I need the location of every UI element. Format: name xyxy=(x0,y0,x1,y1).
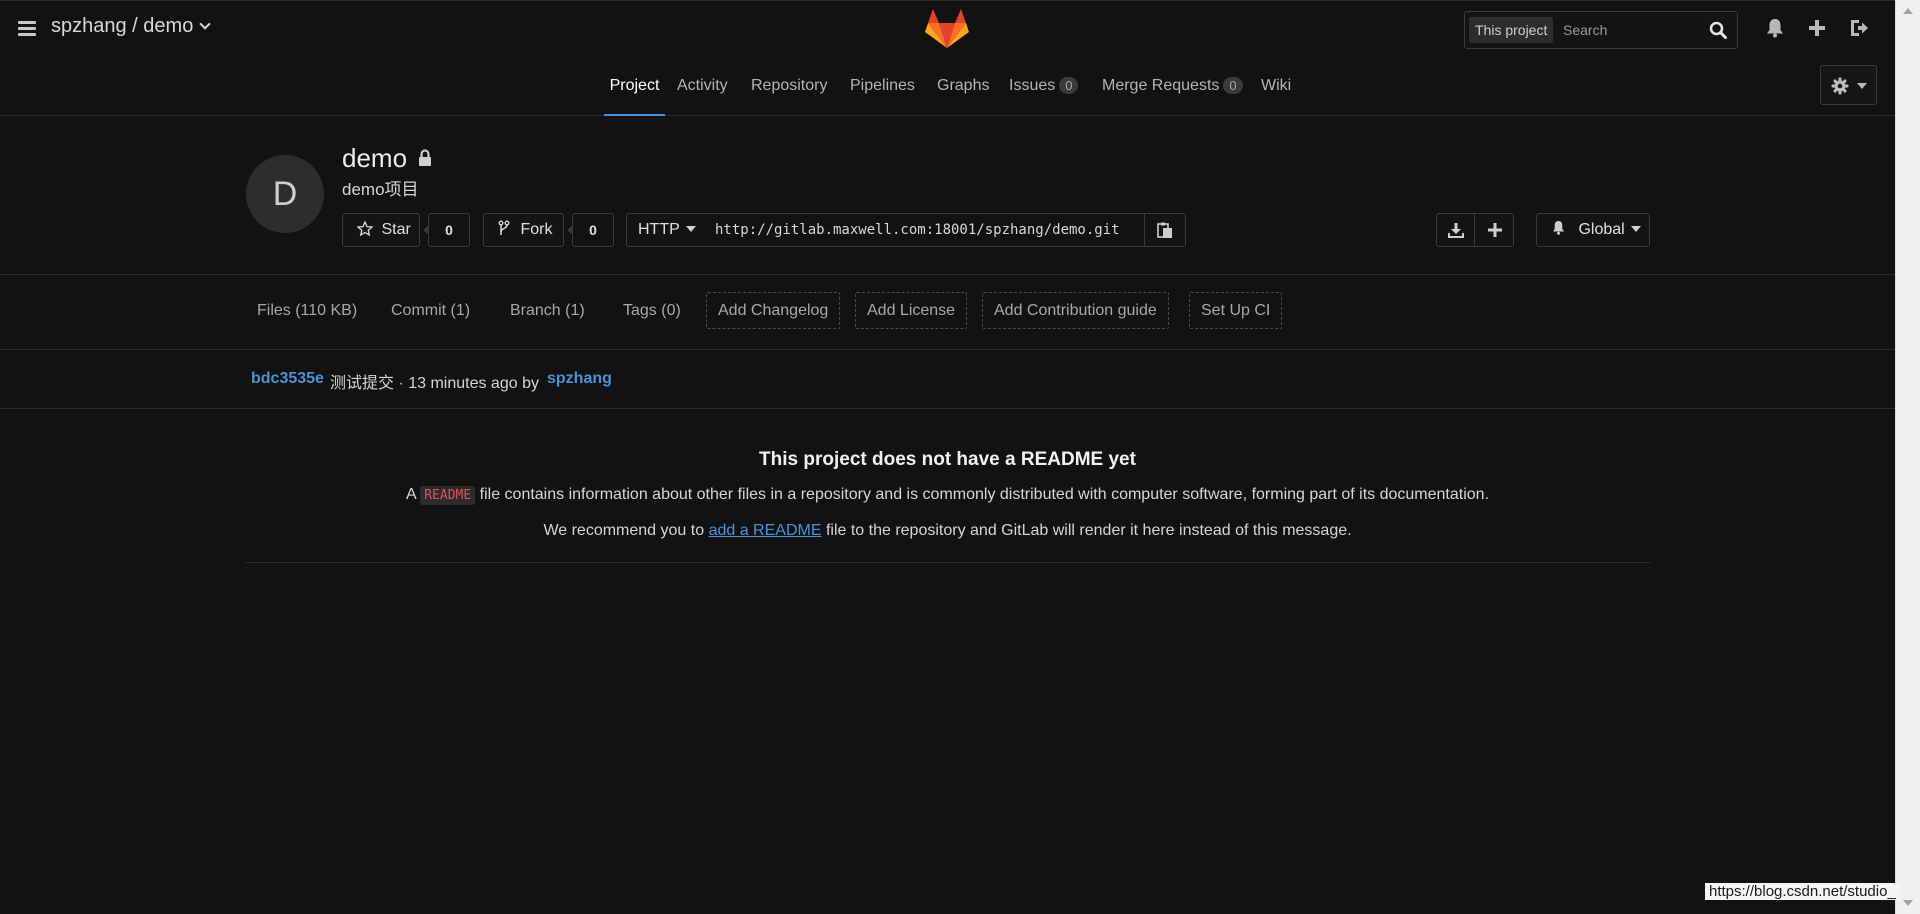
project-description: demo项目 xyxy=(342,180,419,199)
readme-text: file contains information about other fi… xyxy=(479,486,1490,503)
project-settings-button[interactable] xyxy=(1820,65,1877,105)
tab-label: Wiki xyxy=(1261,77,1292,94)
gear-icon xyxy=(1831,77,1849,95)
tab-label: Merge Requests xyxy=(1102,77,1220,94)
set-up-ci-button[interactable]: Set Up CI xyxy=(1189,292,1283,329)
tab-label: Pipelines xyxy=(850,77,915,94)
search-scope-badge[interactable]: This project xyxy=(1469,17,1554,43)
readme-text: file to the repository and GitLab will r… xyxy=(825,522,1352,539)
tab-label: Graphs xyxy=(937,77,990,94)
tab-activity[interactable]: Activity xyxy=(677,69,728,116)
star-icon xyxy=(356,220,374,237)
commits-stat-link[interactable]: Commit (1) xyxy=(391,302,470,320)
add-changelog-button[interactable]: Add Changelog xyxy=(706,292,841,329)
commit-message: 测试提交 · 13 minutes ago by xyxy=(330,375,539,392)
gitlab-logo-icon[interactable] xyxy=(925,9,969,49)
vertical-scrollbar[interactable] xyxy=(1895,0,1920,914)
clipboard-icon xyxy=(1157,222,1172,238)
search-icon[interactable] xyxy=(1709,21,1727,39)
readme-recommendation: We recommend you to add a README file to… xyxy=(0,522,1895,540)
download-icon xyxy=(1448,223,1464,238)
copy-url-button[interactable] xyxy=(1144,213,1186,247)
download-button[interactable] xyxy=(1436,213,1475,247)
fork-icon xyxy=(498,220,510,235)
readme-empty-title: This project does not have a README yet xyxy=(759,449,1136,470)
divider xyxy=(246,562,1650,563)
tab-pipelines[interactable]: Pipelines xyxy=(850,69,915,116)
project-stats-bar: Files (110 KB) Commit (1) Branch (1) Tag… xyxy=(0,275,1895,350)
tab-label: Project xyxy=(609,77,660,94)
tab-label: Repository xyxy=(751,77,828,94)
caret-down-icon xyxy=(1630,226,1641,232)
caret-down-icon xyxy=(685,226,696,232)
plus-icon[interactable] xyxy=(1806,17,1828,39)
readme-code: README xyxy=(420,486,476,505)
scroll-up-arrow-icon[interactable] xyxy=(1903,8,1913,14)
star-button[interactable]: Star xyxy=(342,213,420,247)
search-input[interactable] xyxy=(1563,18,1703,42)
tab-label: Activity xyxy=(677,77,728,94)
fork-label: Fork xyxy=(520,221,553,238)
project-nav: Project Activity Repository Pipelines Gr… xyxy=(0,69,1895,117)
add-contribution-guide-button[interactable]: Add Contribution guide xyxy=(982,292,1169,329)
project-avatar: D xyxy=(246,155,324,233)
branches-stat-link[interactable]: Branch (1) xyxy=(510,302,585,320)
search-box: This project xyxy=(1464,11,1738,49)
notification-level-dropdown[interactable]: Global xyxy=(1536,213,1650,247)
page: spzhang / demo This project Search Proje… xyxy=(0,0,1895,914)
add-readme-link[interactable]: add a README xyxy=(709,522,822,539)
plus-icon xyxy=(1488,223,1502,237)
caret-down-icon xyxy=(1857,83,1867,89)
notification-level-label: Global xyxy=(1578,221,1625,238)
tab-graphs[interactable]: Graphs xyxy=(937,69,989,116)
commit-sha-link[interactable]: bdc3535e xyxy=(251,370,324,388)
last-commit-row: bdc3535e 测试提交 · 13 minutes ago by spzhan… xyxy=(0,351,1895,409)
top-header: spzhang / demo This project Search Proje… xyxy=(0,0,1895,116)
watermark-url: https://blog.csdn.net/studio_ xyxy=(1705,883,1900,900)
bell-icon[interactable] xyxy=(1764,17,1786,39)
tab-issues[interactable]: Issues 0 xyxy=(1009,69,1079,116)
commit-author-link[interactable]: spzhang xyxy=(547,370,612,388)
scroll-down-arrow-icon[interactable] xyxy=(1903,900,1913,906)
readme-description: A README file contains information about… xyxy=(0,486,1895,505)
tab-repository[interactable]: Repository xyxy=(751,69,827,116)
merge-requests-count-badge: 0 xyxy=(1223,77,1243,94)
lock-icon xyxy=(419,149,431,166)
files-stat-link[interactable]: Files (110 KB) xyxy=(257,302,357,320)
tab-project[interactable]: Project xyxy=(604,69,665,116)
tab-label: Issues xyxy=(1009,77,1056,94)
menu-icon[interactable] xyxy=(18,21,36,37)
star-label: Star xyxy=(381,221,411,238)
issues-count-badge: 0 xyxy=(1059,77,1079,94)
sign-out-icon[interactable] xyxy=(1848,17,1870,39)
fork-count[interactable]: 0 xyxy=(567,213,614,247)
clone-url-input[interactable] xyxy=(703,213,1144,247)
clone-protocol-dropdown[interactable]: HTTP xyxy=(626,213,704,247)
star-count[interactable]: 0 xyxy=(423,213,470,247)
tab-merge-requests[interactable]: Merge Requests 0 xyxy=(1102,69,1243,116)
chevron-down-icon xyxy=(199,18,211,30)
tags-stat-link[interactable]: Tags (0) xyxy=(623,302,681,320)
readme-text: A xyxy=(405,486,416,503)
project-title: demo xyxy=(342,143,408,173)
project-breadcrumb[interactable]: spzhang / demo xyxy=(51,15,211,38)
new-item-button[interactable] xyxy=(1474,213,1514,247)
breadcrumb-label: spzhang / demo xyxy=(51,15,194,37)
clone-protocol-label: HTTP xyxy=(638,221,680,238)
fork-button[interactable]: Fork xyxy=(483,213,564,247)
tab-wiki[interactable]: Wiki xyxy=(1261,69,1291,116)
project-header: D demo demo项目 Star 0 Fork 0 HTTP http://… xyxy=(0,117,1895,275)
bell-icon xyxy=(1553,221,1564,235)
add-license-button[interactable]: Add License xyxy=(855,292,968,329)
readme-text: We recommend you to xyxy=(543,522,705,539)
